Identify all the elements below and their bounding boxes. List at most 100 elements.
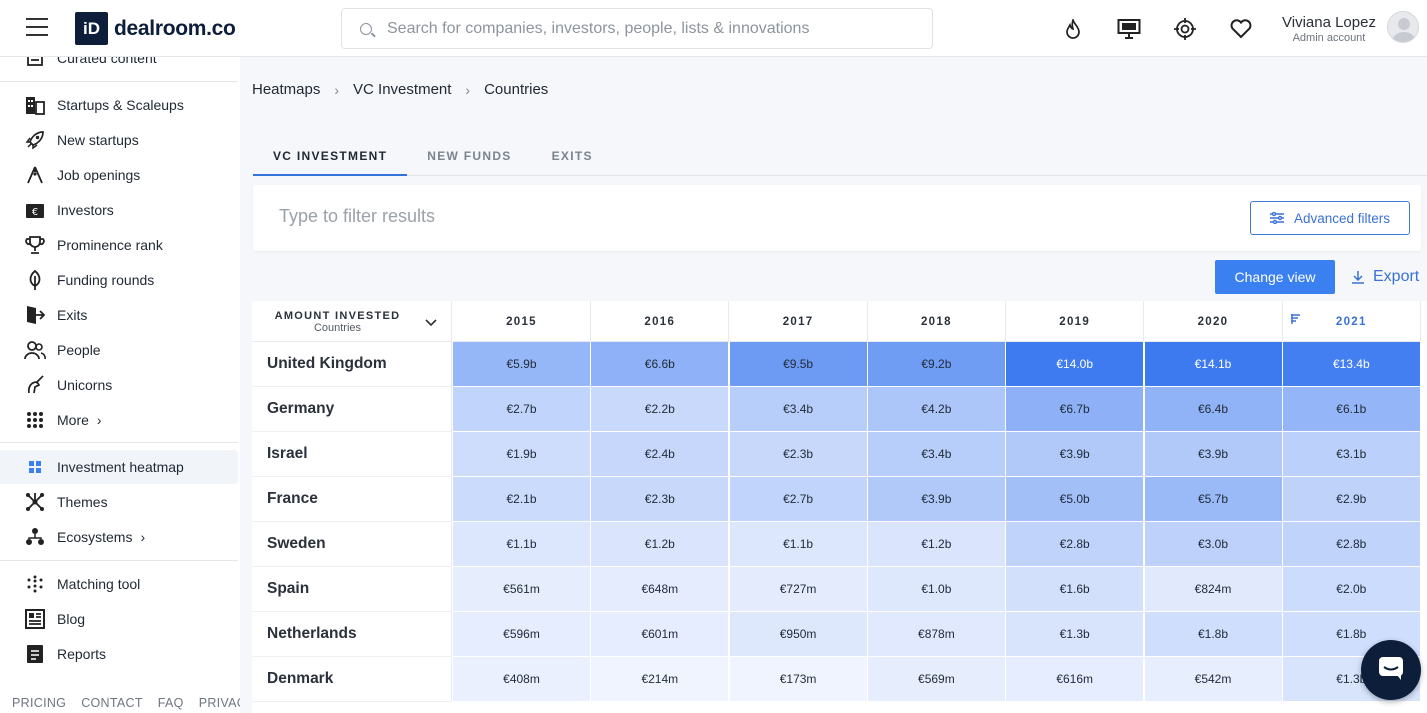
export-button[interactable]: Export — [1351, 268, 1419, 286]
heatmap-cell[interactable]: €3.9b — [1006, 432, 1144, 476]
year-header-2018[interactable]: 2018 — [867, 301, 1006, 342]
country-label[interactable]: Netherlands — [252, 612, 452, 657]
heatmap-cell[interactable]: €9.2b — [867, 342, 1005, 386]
heatmap-cell[interactable]: €1.0b — [867, 567, 1005, 611]
heatmap-cell[interactable]: €9.5b — [729, 342, 867, 386]
heatmap-cell[interactable]: €1.9b — [453, 432, 590, 476]
sidebar-item-investment-heatmap[interactable]: Investment heatmap — [0, 450, 238, 484]
monitor-icon[interactable] — [1116, 16, 1142, 42]
logo[interactable]: iD dealroom.co — [75, 12, 236, 45]
filter-input[interactable] — [279, 206, 1179, 227]
metric-selector[interactable]: AMOUNT INVESTED Countries — [252, 301, 452, 342]
heatmap-cell[interactable]: €4.2b — [867, 387, 1005, 431]
heatmap-cell[interactable]: €950m — [729, 612, 867, 656]
heatmap-cell[interactable]: €6.1b — [1282, 387, 1420, 431]
heatmap-cell[interactable]: €3.9b — [1144, 432, 1282, 476]
heatmap-cell[interactable]: €3.9b — [867, 477, 1005, 521]
sidebar-item-exits[interactable]: Exits — [0, 298, 238, 332]
search-input[interactable] — [387, 19, 907, 38]
sidebar-item-startups[interactable]: Startups & Scaleups — [0, 88, 238, 122]
sidebar-item-blog[interactable]: Blog — [0, 602, 238, 636]
heatmap-cell[interactable]: €6.7b — [1006, 387, 1144, 431]
heatmap-cell[interactable]: €5.7b — [1144, 477, 1282, 521]
heatmap-cell[interactable]: €616m — [1006, 657, 1144, 701]
heatmap-cell[interactable]: €1.6b — [1006, 567, 1144, 611]
breadcrumb-heatmaps[interactable]: Heatmaps — [252, 81, 320, 98]
sidebar-item-new-startups[interactable]: New startups — [0, 123, 238, 157]
heatmap-cell[interactable]: €2.3b — [591, 477, 729, 521]
heatmap-cell[interactable]: €1.1b — [729, 522, 867, 566]
tab-new-funds[interactable]: NEW FUNDS — [407, 137, 531, 176]
footer-link-contact[interactable]: CONTACT — [81, 696, 143, 710]
heatmap-cell[interactable]: €2.4b — [591, 432, 729, 476]
heatmap-cell[interactable]: €569m — [867, 657, 1005, 701]
sidebar-item-job-openings[interactable]: Job openings — [0, 158, 238, 192]
sidebar-item-more[interactable]: More › — [0, 403, 238, 437]
sidebar-item-funding-rounds[interactable]: Funding rounds — [0, 263, 238, 297]
sidebar-item-people[interactable]: People — [0, 333, 238, 367]
target-icon[interactable] — [1172, 16, 1198, 42]
heatmap-cell[interactable]: €2.3b — [729, 432, 867, 476]
heatmap-cell[interactable]: €727m — [729, 567, 867, 611]
heatmap-cell[interactable]: €2.7b — [453, 387, 590, 431]
sidebar-item-matching-tool[interactable]: Matching tool — [0, 567, 238, 601]
footer-link-pricing[interactable]: PRICING — [12, 696, 66, 710]
country-label[interactable]: France — [252, 477, 452, 522]
sidebar-item-unicorns[interactable]: Unicorns — [0, 368, 238, 402]
footer-link-faq[interactable]: FAQ — [158, 696, 184, 710]
heatmap-cell[interactable]: €6.4b — [1144, 387, 1282, 431]
heatmap-cell[interactable]: €5.9b — [453, 342, 590, 386]
advanced-filters-button[interactable]: Advanced filters — [1250, 201, 1410, 235]
heatmap-cell[interactable]: €13.4b — [1282, 342, 1420, 386]
heatmap-cell[interactable]: €408m — [453, 657, 590, 701]
breadcrumb-vc-investment[interactable]: VC Investment — [353, 81, 451, 98]
heatmap-cell[interactable]: €2.2b — [591, 387, 729, 431]
heatmap-cell[interactable]: €596m — [453, 612, 590, 656]
heatmap-cell[interactable]: €542m — [1144, 657, 1282, 701]
sidebar-item-investors[interactable]: € Investors — [0, 193, 238, 227]
heatmap-cell[interactable]: €1.2b — [591, 522, 729, 566]
menu-icon[interactable] — [26, 18, 48, 36]
fire-icon[interactable] — [1060, 16, 1086, 42]
sidebar-item-themes[interactable]: Themes — [0, 485, 238, 519]
heatmap-cell[interactable]: €1.1b — [453, 522, 590, 566]
heatmap-cell[interactable]: €648m — [591, 567, 729, 611]
heatmap-cell[interactable]: €3.4b — [867, 432, 1005, 476]
change-view-button[interactable]: Change view — [1215, 260, 1335, 294]
heatmap-cell[interactable]: €2.8b — [1282, 522, 1420, 566]
user-menu[interactable]: Viviana Lopez Admin account — [1282, 14, 1376, 44]
heatmap-cell[interactable]: €5.0b — [1006, 477, 1144, 521]
heatmap-cell[interactable]: €2.7b — [729, 477, 867, 521]
heart-icon[interactable] — [1228, 16, 1254, 42]
country-label[interactable]: Denmark — [252, 657, 452, 702]
heatmap-cell[interactable]: €824m — [1144, 567, 1282, 611]
year-header-2021[interactable]: 2021 — [1282, 301, 1421, 342]
heatmap-cell[interactable]: €2.9b — [1282, 477, 1420, 521]
avatar[interactable] — [1387, 11, 1419, 43]
heatmap-cell[interactable]: €1.3b — [1006, 612, 1144, 656]
sidebar-item-ecosystems[interactable]: Ecosystems › — [0, 520, 238, 554]
country-label[interactable]: Sweden — [252, 522, 452, 567]
heatmap-cell[interactable]: €2.1b — [453, 477, 590, 521]
heatmap-cell[interactable]: €214m — [591, 657, 729, 701]
heatmap-cell[interactable]: €173m — [729, 657, 867, 701]
year-header-2017[interactable]: 2017 — [729, 301, 868, 342]
year-header-2019[interactable]: 2019 — [1006, 301, 1145, 342]
year-header-2020[interactable]: 2020 — [1144, 301, 1283, 342]
heatmap-cell[interactable]: €14.0b — [1006, 342, 1144, 386]
country-label[interactable]: Israel — [252, 432, 452, 477]
country-label[interactable]: United Kingdom — [252, 342, 452, 387]
heatmap-cell[interactable]: €3.4b — [729, 387, 867, 431]
heatmap-cell[interactable]: €3.0b — [1144, 522, 1282, 566]
heatmap-cell[interactable]: €3.1b — [1282, 432, 1420, 476]
chat-button[interactable] — [1361, 640, 1421, 700]
heatmap-cell[interactable]: €561m — [453, 567, 590, 611]
year-header-2015[interactable]: 2015 — [453, 301, 591, 342]
heatmap-cell[interactable]: €6.6b — [591, 342, 729, 386]
year-header-2016[interactable]: 2016 — [591, 301, 730, 342]
heatmap-cell[interactable]: €14.1b — [1144, 342, 1282, 386]
search-bar[interactable] — [341, 8, 933, 49]
heatmap-cell[interactable]: €878m — [867, 612, 1005, 656]
heatmap-cell[interactable]: €1.8b — [1144, 612, 1282, 656]
heatmap-cell[interactable]: €601m — [591, 612, 729, 656]
